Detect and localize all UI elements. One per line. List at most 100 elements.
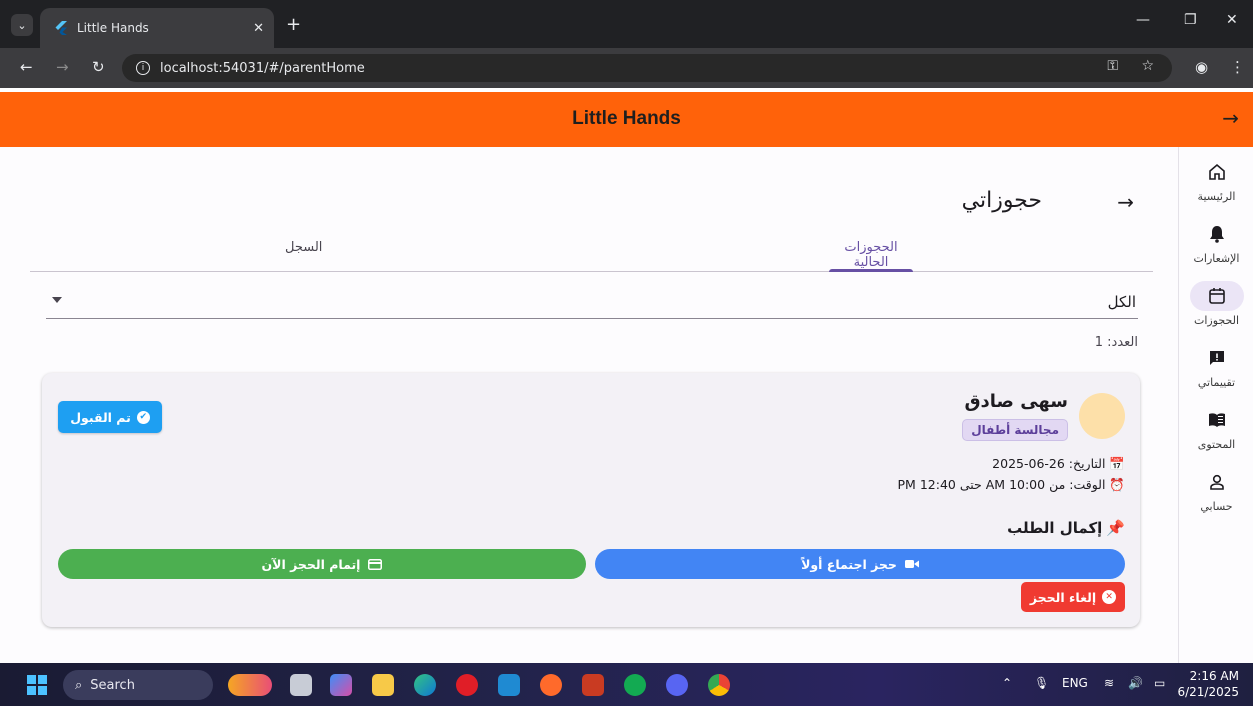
forward-icon[interactable]: → xyxy=(56,58,69,76)
pin-icon: 📌 xyxy=(1106,519,1125,537)
rail-label: المحتوى xyxy=(1197,438,1236,451)
profile-icon[interactable]: ◉ xyxy=(1195,58,1208,76)
rail-item-home[interactable]: الرئيسية xyxy=(1179,157,1253,203)
close-window-icon[interactable]: ✕ xyxy=(1226,12,1238,28)
browser-toolbar: ← → ↻ i localhost:54031/#/parentHome ⚿ ☆… xyxy=(0,48,1253,88)
chrome-icon[interactable] xyxy=(708,674,730,696)
taskbar-clock[interactable]: 2:16 AM 6/21/2025 xyxy=(1177,668,1239,700)
windows-taskbar: ⌕ Search ⌃ 🎙 ENG ≋ 🔊 ▭ 2:16 AM 6/21/2025 xyxy=(0,663,1253,706)
booking-tabs: الحجوزات الحالية السجل xyxy=(30,234,1153,272)
address-bar[interactable]: i localhost:54031/#/parentHome ⚿ ☆ xyxy=(122,54,1172,82)
close-tab-icon[interactable]: ✕ xyxy=(253,21,264,36)
back-icon[interactable]: ← xyxy=(20,58,33,76)
status-filter-dropdown[interactable]: الكل xyxy=(46,287,1138,319)
avatar xyxy=(1079,393,1125,439)
page-title: حجوزاتي xyxy=(961,188,1042,213)
browser-menu-icon[interactable]: ⋮ xyxy=(1230,58,1245,76)
meeting-button-label: حجز اجتماع أولاً xyxy=(801,556,897,572)
arrow-forward-icon[interactable]: → xyxy=(1222,106,1239,130)
sitter-name: سهى صادق xyxy=(964,391,1068,412)
rail-item-reviews[interactable]: تقييماتي xyxy=(1179,343,1253,389)
rail-label: الرئيسية xyxy=(1197,190,1236,203)
rail-label: حسابي xyxy=(1200,500,1233,513)
book-icon xyxy=(1190,405,1244,435)
vscode-icon[interactable] xyxy=(498,674,520,696)
tab-search-button[interactable]: ⌄ xyxy=(11,14,33,36)
app-bar: Little Hands → xyxy=(0,92,1253,147)
powerpoint-icon[interactable] xyxy=(582,674,604,696)
tab-history[interactable]: السجل xyxy=(285,240,322,255)
rail-label: الحجوزات xyxy=(1193,314,1239,327)
reload-icon[interactable]: ↻ xyxy=(92,58,105,76)
microphone-icon[interactable]: 🎙 xyxy=(1034,676,1049,690)
rail-item-content[interactable]: المحتوى xyxy=(1179,405,1253,451)
discord-icon[interactable] xyxy=(666,674,688,696)
restore-icon[interactable]: ❐ xyxy=(1184,12,1197,28)
browser-tab-strip: ⌄ Little Hands ✕ + — ❐ ✕ xyxy=(0,0,1253,48)
complete-booking-button[interactable]: إتمام الحجز الآن xyxy=(58,549,586,579)
task-view-icon[interactable] xyxy=(290,674,312,696)
search-placeholder: Search xyxy=(90,677,135,693)
cancel-button-label: إلغاء الحجز xyxy=(1029,589,1097,605)
person-icon xyxy=(1190,467,1244,497)
flutter-icon xyxy=(55,21,67,35)
dropdown-caret-icon xyxy=(52,297,62,303)
navigation-rail: الرئيسية الإشعارات الحجوزات تقييماتي الم… xyxy=(1178,147,1253,663)
windows-start-icon[interactable] xyxy=(27,675,47,695)
status-label: تم القبول xyxy=(70,409,131,425)
calendar-icon xyxy=(1189,281,1244,311)
video-camera-icon xyxy=(904,560,919,568)
rail-label: الإشعارات xyxy=(1193,252,1240,265)
wifi-icon[interactable]: ≋ xyxy=(1104,676,1114,690)
bookmark-star-icon[interactable]: ☆ xyxy=(1141,58,1154,74)
book-meeting-button[interactable]: حجز اجتماع أولاً xyxy=(595,549,1125,579)
section-title-text: إكمال الطلب xyxy=(1007,519,1103,537)
cancel-x-icon: ✕ xyxy=(1102,590,1117,604)
clock-date: 6/21/2025 xyxy=(1177,685,1239,699)
copilot-icon[interactable] xyxy=(330,674,352,696)
search-icon: ⌕ xyxy=(75,677,83,693)
main-content: → حجوزاتي الحجوزات الحالية السجل الكل ال… xyxy=(0,147,1178,663)
booking-count: العدد: 1 xyxy=(1094,335,1138,350)
rail-item-account[interactable]: حسابي xyxy=(1179,467,1253,513)
edge-icon[interactable] xyxy=(414,674,436,696)
credit-card-icon xyxy=(368,558,383,570)
url-text: localhost:54031/#/parentHome xyxy=(160,60,365,76)
opera-icon[interactable] xyxy=(456,674,478,696)
filter-value: الكل xyxy=(1107,293,1136,311)
postman-icon[interactable] xyxy=(540,674,562,696)
minimize-icon[interactable]: — xyxy=(1136,12,1150,28)
input-language[interactable]: ENG xyxy=(1062,676,1088,690)
show-hidden-icons-icon[interactable]: ⌃ xyxy=(1002,676,1012,690)
back-arrow-icon[interactable]: → xyxy=(1117,190,1134,214)
rail-item-notifications[interactable]: الإشعارات xyxy=(1179,219,1253,265)
feedback-icon xyxy=(1190,343,1244,373)
status-badge: تم القبول ✔ xyxy=(58,401,162,433)
booking-date: 📅 التاريخ: 26-06-2025 xyxy=(992,456,1125,471)
new-tab-button[interactable]: + xyxy=(286,14,301,35)
mongodb-compass-icon[interactable] xyxy=(624,674,646,696)
rail-label: تقييماتي xyxy=(1197,376,1236,389)
active-tab-indicator xyxy=(829,269,913,272)
tab-title: Little Hands xyxy=(77,21,149,35)
password-key-icon[interactable]: ⚿ xyxy=(1107,58,1118,74)
bell-icon xyxy=(1190,219,1244,249)
taskbar-search[interactable]: ⌕ Search xyxy=(63,670,213,700)
rail-item-bookings[interactable]: الحجوزات xyxy=(1179,281,1253,327)
check-circle-icon: ✔ xyxy=(136,410,150,424)
file-explorer-icon[interactable] xyxy=(372,674,394,696)
booking-card: سهى صادق مجالسة أطفال 📅 التاريخ: 26-06-2… xyxy=(42,373,1140,627)
complete-button-label: إتمام الحجز الآن xyxy=(261,556,361,572)
widgets-icon[interactable] xyxy=(228,674,272,696)
browser-tab[interactable]: Little Hands ✕ xyxy=(40,8,274,48)
tab-current-bookings[interactable]: الحجوزات الحالية xyxy=(829,240,913,270)
complete-request-heading: 📌 إكمال الطلب xyxy=(1007,519,1125,537)
battery-icon[interactable]: ▭ xyxy=(1154,676,1165,690)
app-title: Little Hands xyxy=(572,108,681,129)
booking-time: ⏰ الوقت: من 10:00 AM حتى 12:40 PM xyxy=(897,477,1125,492)
role-chip: مجالسة أطفال xyxy=(962,419,1068,441)
site-info-icon[interactable]: i xyxy=(136,61,150,75)
volume-icon[interactable]: 🔊 xyxy=(1128,676,1143,690)
cancel-booking-button[interactable]: إلغاء الحجز ✕ xyxy=(1021,582,1125,612)
home-icon xyxy=(1190,157,1244,187)
